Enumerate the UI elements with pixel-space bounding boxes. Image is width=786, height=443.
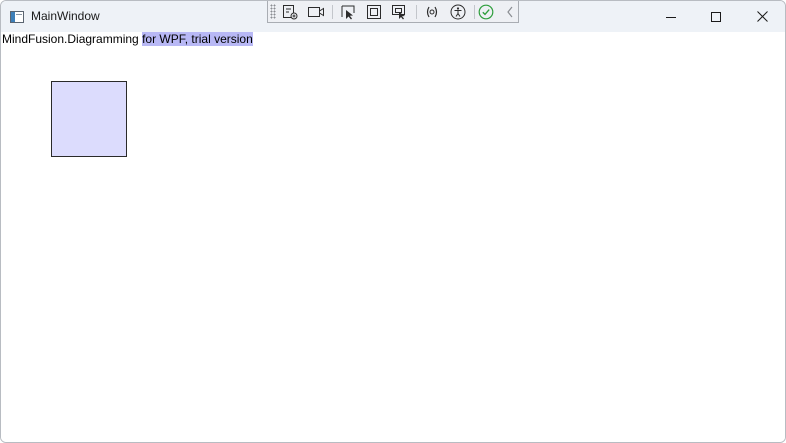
minimize-icon: [666, 16, 676, 18]
hot-reload-ok-icon[interactable]: [476, 2, 496, 21]
trial-text-highlighted: for WPF, trial version: [142, 32, 253, 46]
maximize-icon: [711, 11, 721, 22]
main-window: MainWindow MindFusion.Diagramming for WP…: [0, 0, 786, 443]
record-video-icon[interactable]: [306, 2, 326, 21]
track-focus-icon[interactable]: [390, 2, 410, 21]
trial-version-label: MindFusion.Diagramming for WPF, trial ve…: [2, 32, 253, 46]
minimize-button[interactable]: [648, 1, 694, 32]
trial-text-plain: MindFusion.Diagramming: [2, 32, 143, 46]
close-button[interactable]: [739, 1, 785, 32]
title-bar[interactable]: MainWindow: [1, 1, 785, 32]
toolbar-separator: [332, 5, 333, 19]
live-visual-tree-icon[interactable]: [280, 2, 300, 21]
binding-failures-icon[interactable]: [422, 2, 442, 21]
select-element-icon[interactable]: [338, 2, 358, 21]
window-title: MainWindow: [31, 9, 100, 23]
app-window-icon: [10, 10, 24, 23]
maximize-button[interactable]: [693, 1, 739, 32]
close-icon: [756, 11, 768, 22]
diagram-shape-node[interactable]: [51, 81, 127, 157]
toolbar-separator: [474, 5, 475, 19]
toolbar-separator: [416, 5, 417, 19]
display-layout-adorners-icon[interactable]: [364, 2, 384, 21]
xaml-debug-toolbar: [267, 1, 519, 23]
collapse-toolbar-icon[interactable]: [500, 2, 520, 21]
diagram-view[interactable]: MindFusion.Diagramming for WPF, trial ve…: [1, 32, 785, 442]
toolbar-grip[interactable]: [270, 4, 276, 19]
accessibility-icon[interactable]: [448, 2, 468, 21]
